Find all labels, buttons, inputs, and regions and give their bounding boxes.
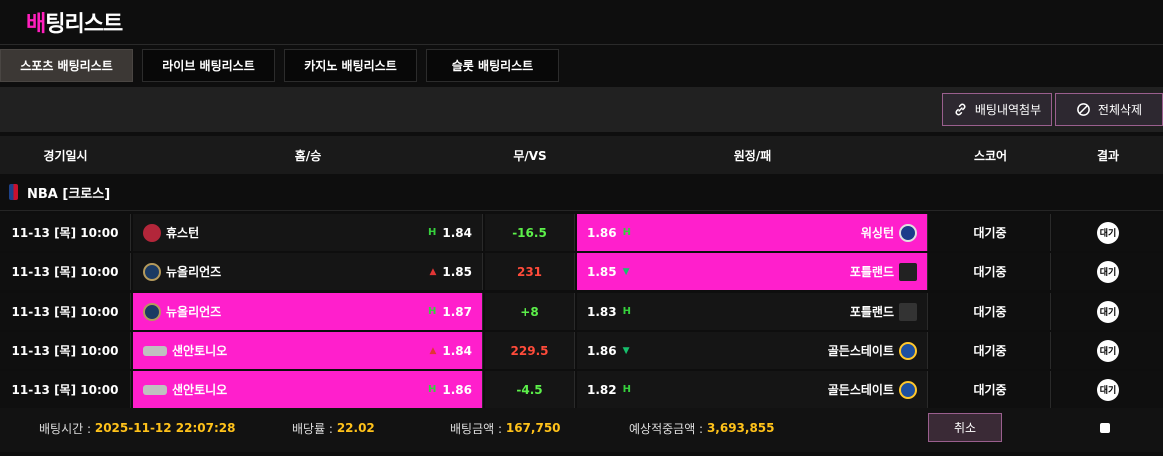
away-odds-cell[interactable]: 1.85 ▼ 포틀랜드 <box>577 253 928 290</box>
status-badge: 대기 <box>1097 260 1119 283</box>
col-result: 결과 <box>1096 148 1120 163</box>
away-odds-cell[interactable]: 1.83 H 포틀랜드 <box>577 293 928 330</box>
bet-amount: 배팅금액 : 167,750 <box>450 421 561 436</box>
spurs-logo-icon <box>143 345 167 356</box>
block-icon <box>1077 103 1090 116</box>
result: 대기 <box>1053 253 1163 290</box>
result: 대기 <box>1053 293 1163 330</box>
arrow-down-icon: ▼ <box>622 266 630 277</box>
home-odds-cell[interactable]: 샌안토니오 ▲ 1.84 <box>133 332 483 369</box>
blazers-logo-icon <box>899 262 917 281</box>
table-row: 11-13 [목] 10:00 샌안토니오 H 1.86 -4.5 1.82 H 골… <box>0 371 1163 408</box>
spurs-logo-icon <box>143 384 167 395</box>
match-date: 11-13 [목] 10:00 <box>0 371 131 408</box>
score: 대기중 <box>930 371 1051 408</box>
home-odds-cell[interactable]: 휴스턴 H 1.84 <box>133 214 483 251</box>
col-away: 원정/패 <box>733 148 772 163</box>
handicap-icon: H <box>622 306 631 317</box>
warriors-logo-icon <box>899 380 917 399</box>
handicap-icon: H <box>428 306 437 317</box>
tab-bar: 스포츠 배팅리스트 라이브 배팅리스트 카지노 배팅리스트 슬롯 배팅리스트 <box>0 49 559 82</box>
table-row: 11-13 [목] 10:00 휴스턴 H 1.84 -16.5 1.86 H 워싱… <box>0 214 1163 251</box>
link-icon <box>955 103 966 116</box>
score: 대기중 <box>930 214 1051 251</box>
draw-cell[interactable]: +8 <box>485 293 575 330</box>
match-date: 11-13 [목] 10:00 <box>0 293 131 330</box>
status-badge: 대기 <box>1097 300 1119 323</box>
cancel-button[interactable]: 취소 <box>928 413 1002 442</box>
away-odds-cell[interactable]: 1.86 H 워싱턴 <box>577 214 928 251</box>
home-odds-cell[interactable]: 샌안토니오 H 1.86 <box>133 371 483 408</box>
draw-cell[interactable]: -4.5 <box>485 371 575 408</box>
divider <box>0 44 1163 45</box>
status-badge: 대기 <box>1097 378 1119 401</box>
handicap-icon: H <box>622 384 631 395</box>
match-date: 11-13 [목] 10:00 <box>0 332 131 369</box>
warriors-logo-icon <box>899 341 917 360</box>
draw-cell[interactable]: -16.5 <box>485 214 575 251</box>
result: 대기 <box>1053 332 1163 369</box>
away-odds-cell[interactable]: 1.86 ▼ 골든스테이트 <box>577 332 928 369</box>
league-name: NBA [크로스] <box>27 186 111 202</box>
page-title: 배팅리스트 <box>26 12 123 37</box>
pelicans-logo-icon <box>143 262 161 281</box>
arrow-down-icon: ▼ <box>622 345 630 356</box>
status-badge: 대기 <box>1097 221 1119 244</box>
toolbar: 배팅내역첨부 전체삭제 <box>0 87 1163 132</box>
result: 대기 <box>1053 214 1163 251</box>
total-odds: 배당률 : 22.02 <box>292 421 375 436</box>
select-checkbox[interactable] <box>1100 423 1110 433</box>
wizards-logo-icon <box>899 223 917 242</box>
status-badge: 대기 <box>1097 339 1119 362</box>
col-home: 홈/승 <box>294 148 322 163</box>
match-date: 11-13 [목] 10:00 <box>0 253 131 290</box>
expected-win: 예상적중금액 : 3,693,855 <box>629 421 775 436</box>
col-date: 경기일시 <box>43 148 88 163</box>
home-odds-cell[interactable]: 뉴올리언즈 ▲ 1.85 <box>133 253 483 290</box>
handicap-icon: H <box>428 227 437 238</box>
tab-casino[interactable]: 카지노 배팅리스트 <box>284 49 417 82</box>
home-odds-cell[interactable]: 뉴올리언즈 H 1.87 <box>133 293 483 330</box>
match-date: 11-13 [목] 10:00 <box>0 214 131 251</box>
tab-live[interactable]: 라이브 배팅리스트 <box>142 49 275 82</box>
handicap-icon: H <box>622 227 631 238</box>
delete-all-button[interactable]: 전체삭제 <box>1055 93 1163 126</box>
draw-cell[interactable]: 229.5 <box>485 332 575 369</box>
away-odds-cell[interactable]: 1.82 H 골든스테이트 <box>577 371 928 408</box>
tab-sports[interactable]: 스포츠 배팅리스트 <box>0 49 133 82</box>
blazers-logo-icon <box>899 302 917 321</box>
result: 대기 <box>1053 371 1163 408</box>
bet-summary: 배팅시간 : 2025-11-12 22:07:28 배당률 : 22.02 배… <box>0 408 1163 452</box>
bet-time: 배팅시간 : 2025-11-12 22:07:28 <box>39 421 236 436</box>
nba-logo-icon <box>9 184 18 200</box>
arrow-up-icon: ▲ <box>429 345 437 356</box>
handicap-icon: H <box>428 384 437 395</box>
score: 대기중 <box>930 293 1051 330</box>
table-header: 경기일시 홈/승 무/VS 원정/패 스코어 결과 <box>0 136 1163 174</box>
league-header: NBA [크로스] <box>0 174 1163 211</box>
score: 대기중 <box>930 253 1051 290</box>
table-row: 11-13 [목] 10:00 뉴올리언즈 ▲ 1.85 231 1.85 ▼ 포틀… <box>0 253 1163 290</box>
tab-slot[interactable]: 슬롯 배팅리스트 <box>426 49 559 82</box>
col-score: 스코어 <box>973 148 1008 163</box>
rockets-logo-icon <box>143 223 161 242</box>
table-row: 11-13 [목] 10:00 샌안토니오 ▲ 1.84 229.5 1.86 ▼ … <box>0 332 1163 369</box>
col-draw: 무/VS <box>513 148 547 163</box>
table-row: 11-13 [목] 10:00 뉴올리언즈 H 1.87 +8 1.83 H 포틀랜… <box>0 293 1163 330</box>
score: 대기중 <box>930 332 1051 369</box>
arrow-up-icon: ▲ <box>429 266 437 277</box>
attach-history-button[interactable]: 배팅내역첨부 <box>942 93 1052 126</box>
pelicans-logo-icon <box>143 302 161 321</box>
draw-cell[interactable]: 231 <box>485 253 575 290</box>
